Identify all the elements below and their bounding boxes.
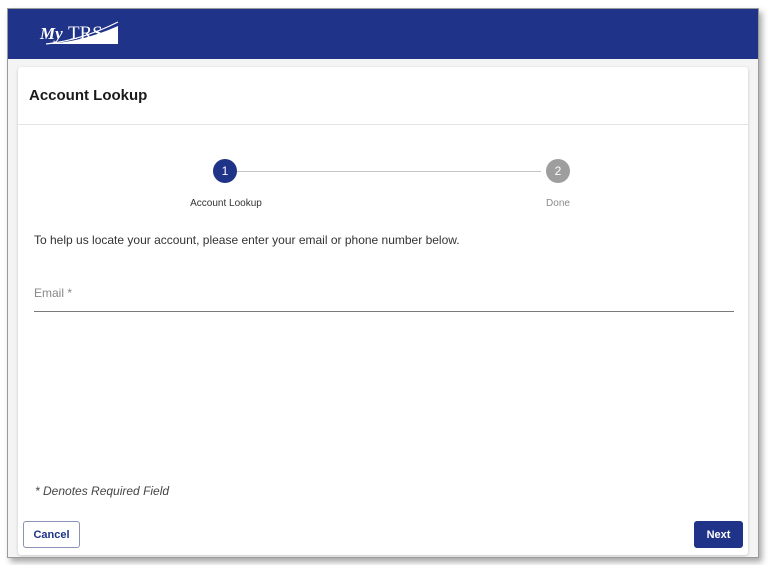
email-input[interactable] (34, 281, 734, 305)
top-bar: My TRS (8, 9, 758, 59)
step-2-indicator: 2 (546, 159, 570, 183)
email-field-container (34, 273, 734, 312)
account-lookup-card: Account Lookup 1 2 Account Lookup Done T… (18, 67, 748, 555)
next-button[interactable]: Next (694, 521, 743, 548)
step-1-indicator: 1 (213, 159, 237, 183)
instruction-text: To help us locate your account, please e… (34, 233, 460, 247)
mytrs-logo: My TRS (39, 21, 119, 45)
svg-text:My: My (39, 24, 63, 43)
step-2-label: Done (546, 198, 570, 209)
page-title: Account Lookup (29, 87, 148, 104)
cancel-button[interactable]: Cancel (23, 521, 80, 548)
stepper-connector (235, 171, 541, 172)
card-header: Account Lookup (18, 67, 748, 125)
required-field-note: * Denotes Required Field (35, 484, 170, 498)
svg-text:TRS: TRS (68, 23, 103, 44)
app-window: My TRS Account Lookup 1 2 Account Lookup… (7, 8, 759, 558)
step-1-label: Account Lookup (190, 198, 262, 209)
